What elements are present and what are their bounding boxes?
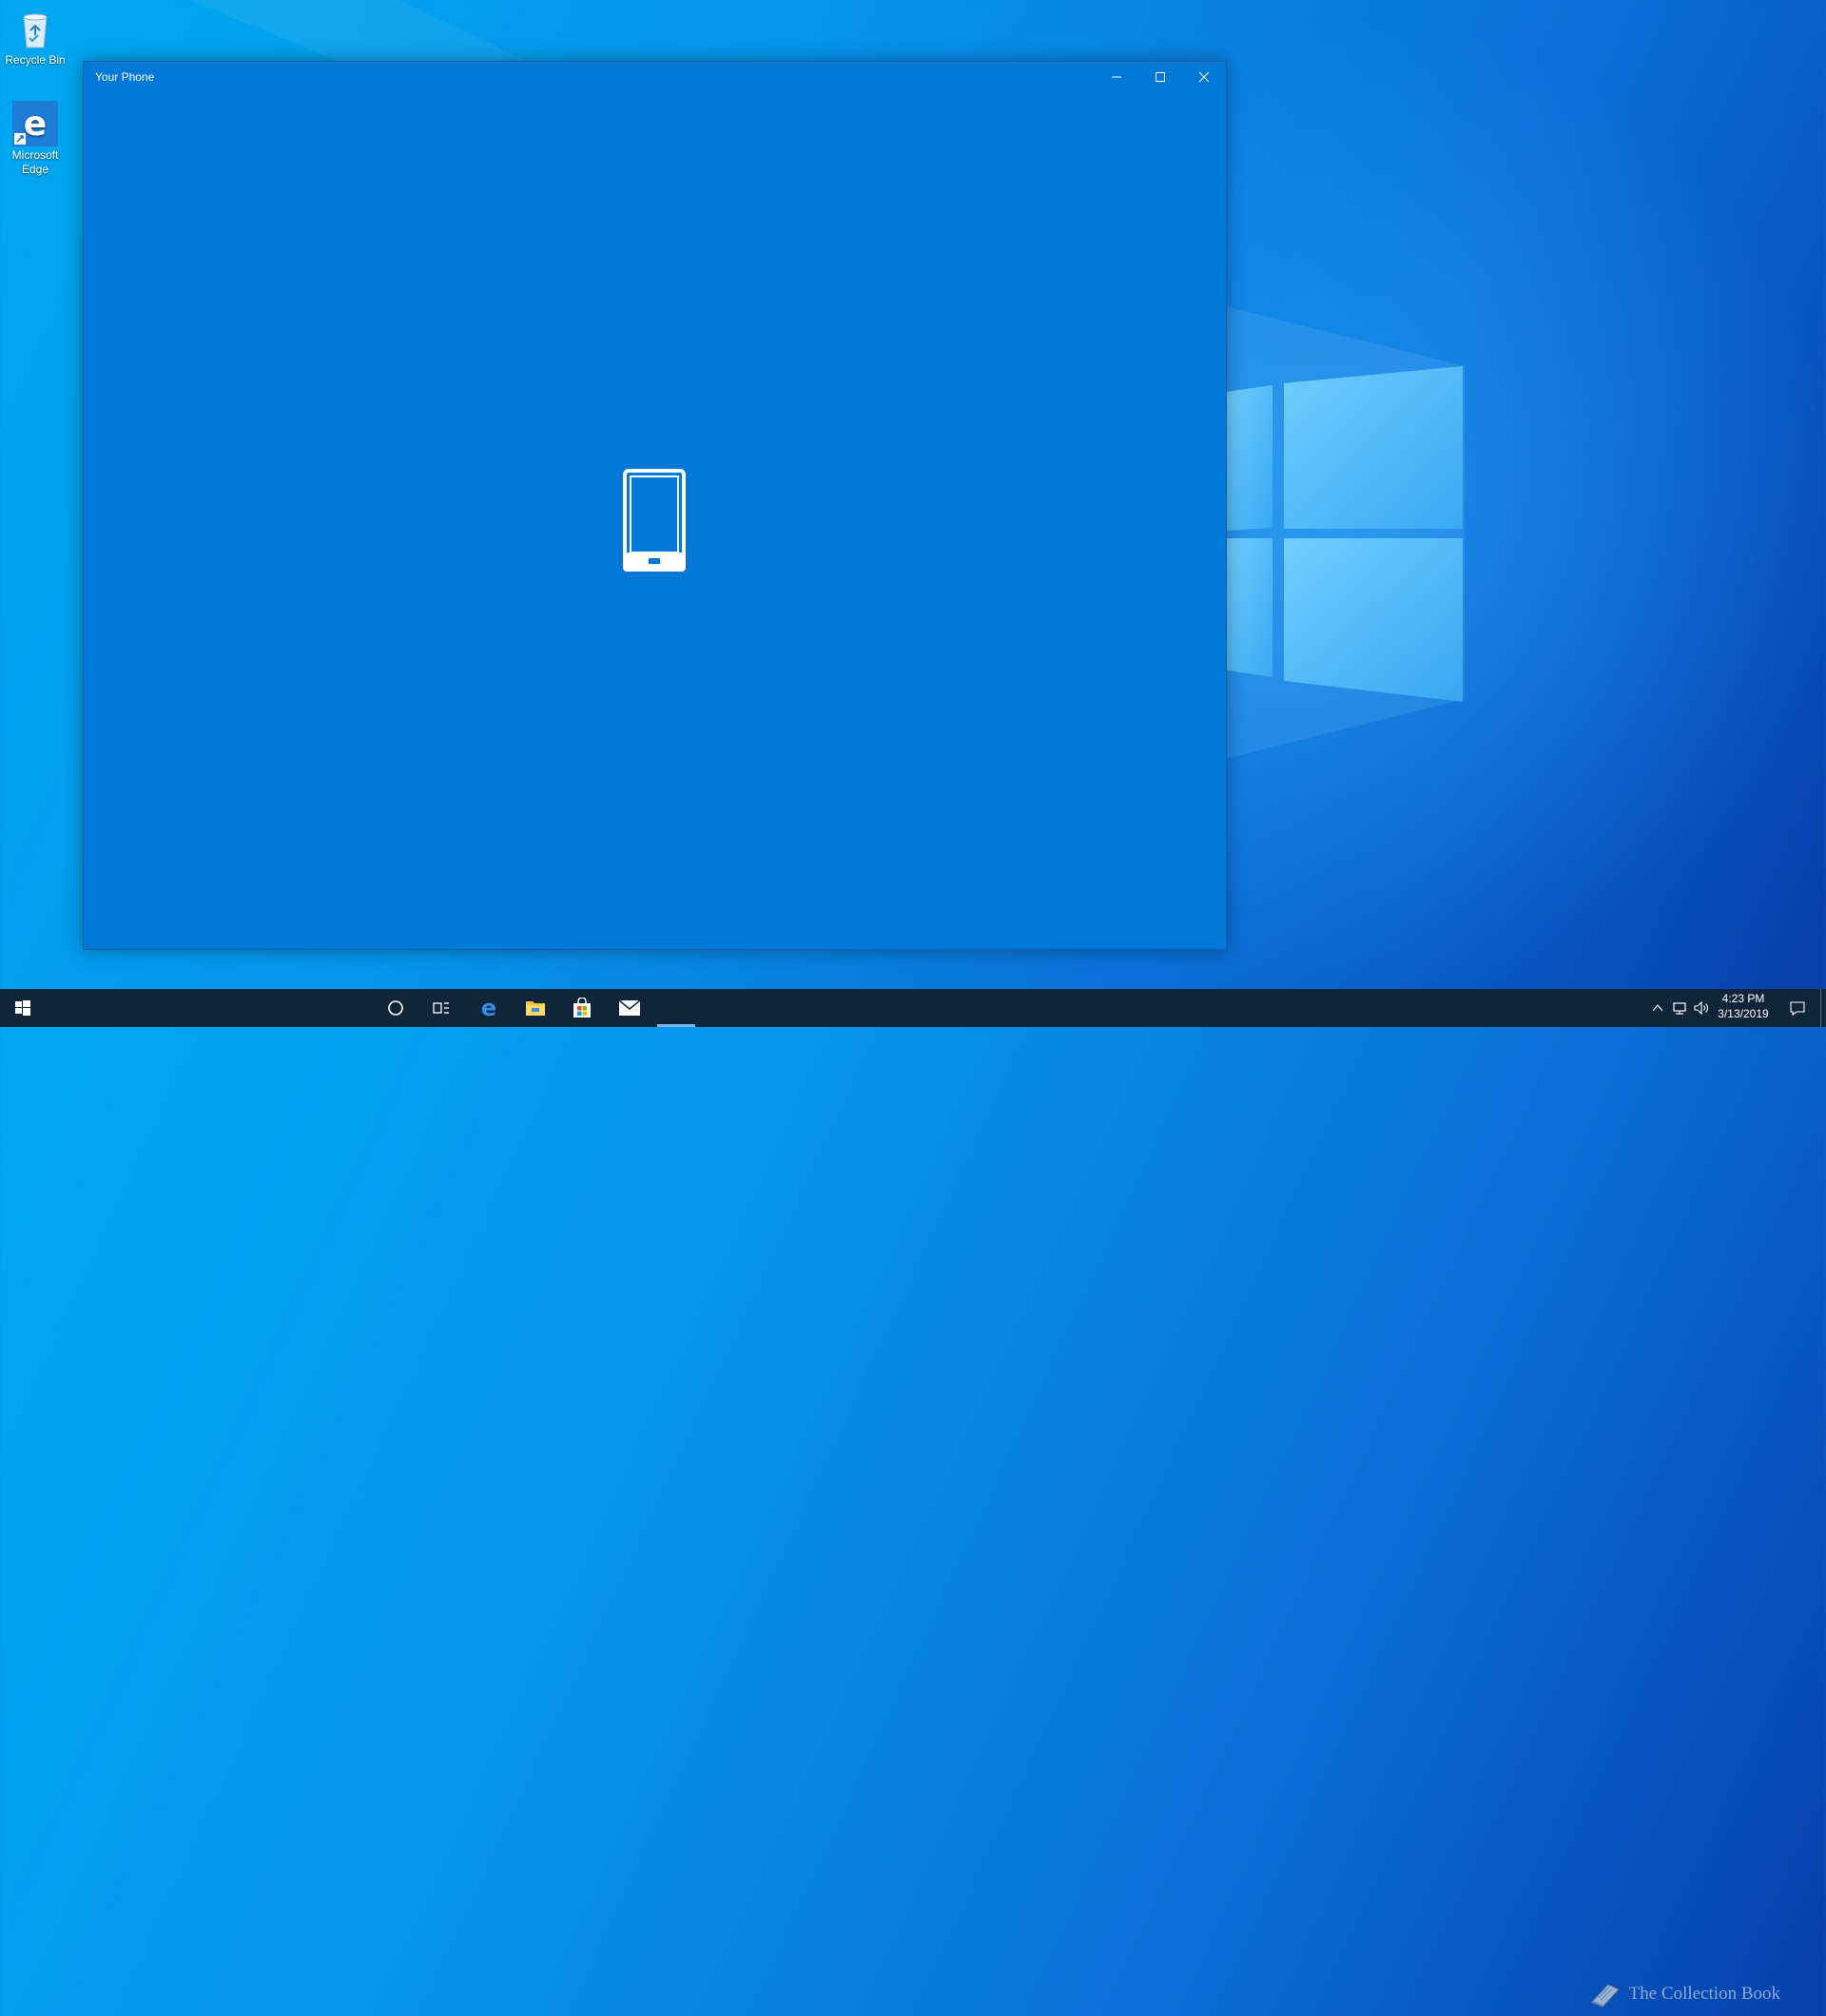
watermark-text: The Collection Book [1628, 1984, 1780, 2004]
svg-text:e: e [24, 105, 47, 144]
desktop-icon-label: Microsoft Edge [11, 148, 59, 176]
minimize-icon [1112, 76, 1121, 78]
desktop-icon-microsoft-edge[interactable]: e Microsoft Edge [3, 101, 68, 177]
minimize-button[interactable] [1095, 62, 1138, 92]
desktop-icon-recycle-bin[interactable]: Recycle Bin [3, 6, 68, 68]
notification-icon [1790, 1001, 1805, 1016]
window-title: Your Phone [95, 70, 155, 84]
your-phone-window: Your Phone [83, 61, 1227, 950]
close-button[interactable] [1182, 62, 1226, 92]
taskbar-clock[interactable]: 4:23 PM 3/13/2019 [1706, 991, 1780, 1025]
task-view-button[interactable] [418, 989, 464, 1027]
taskbar-file-explorer-button[interactable] [513, 989, 558, 1027]
task-view-icon [433, 1002, 449, 1014]
start-icon [15, 1000, 30, 1016]
file-explorer-icon [526, 1001, 545, 1016]
show-hidden-icons-button[interactable] [1647, 989, 1668, 1027]
desktop-icon-label: Recycle Bin [5, 53, 66, 67]
clock-date: 3/13/2019 [1718, 1007, 1769, 1020]
cortana-search-button[interactable] [373, 989, 418, 1027]
desktop: Recycle Bin e Microsoft Edge Your Phone [0, 0, 1826, 989]
mail-icon [618, 999, 641, 1016]
phone-icon [623, 469, 686, 572]
start-button[interactable] [0, 989, 46, 1027]
window-titlebar[interactable]: Your Phone [84, 62, 1226, 92]
maximize-icon [1156, 72, 1165, 82]
network-button[interactable] [1669, 989, 1690, 1027]
svg-text:e: e [481, 997, 496, 1019]
show-desktop-button[interactable] [1820, 989, 1826, 1027]
network-icon [1673, 1002, 1686, 1015]
search-icon [388, 1000, 403, 1016]
book-logo-icon [1591, 1984, 1620, 2007]
action-center-button[interactable] [1784, 989, 1811, 1027]
taskbar-edge-button[interactable]: e [466, 989, 512, 1027]
taskbar: e The Collection Book 4:23 PM 3/13/2019 [0, 989, 1826, 2007]
taskbar-mail-button[interactable] [607, 989, 652, 1027]
store-icon [573, 998, 591, 1018]
taskbar-your-phone-button[interactable] [652, 989, 698, 1027]
maximize-button[interactable] [1138, 62, 1182, 92]
clock-time: 4:23 PM [1721, 992, 1765, 1005]
recycle-bin-icon [12, 6, 58, 51]
edge-icon: e [12, 101, 58, 146]
close-icon [1198, 71, 1210, 83]
chevron-up-icon [1652, 1004, 1663, 1012]
watermark: The Collection Book [1590, 1972, 1780, 2016]
taskbar-store-button[interactable] [559, 989, 605, 1027]
edge-icon: e [481, 997, 496, 1019]
